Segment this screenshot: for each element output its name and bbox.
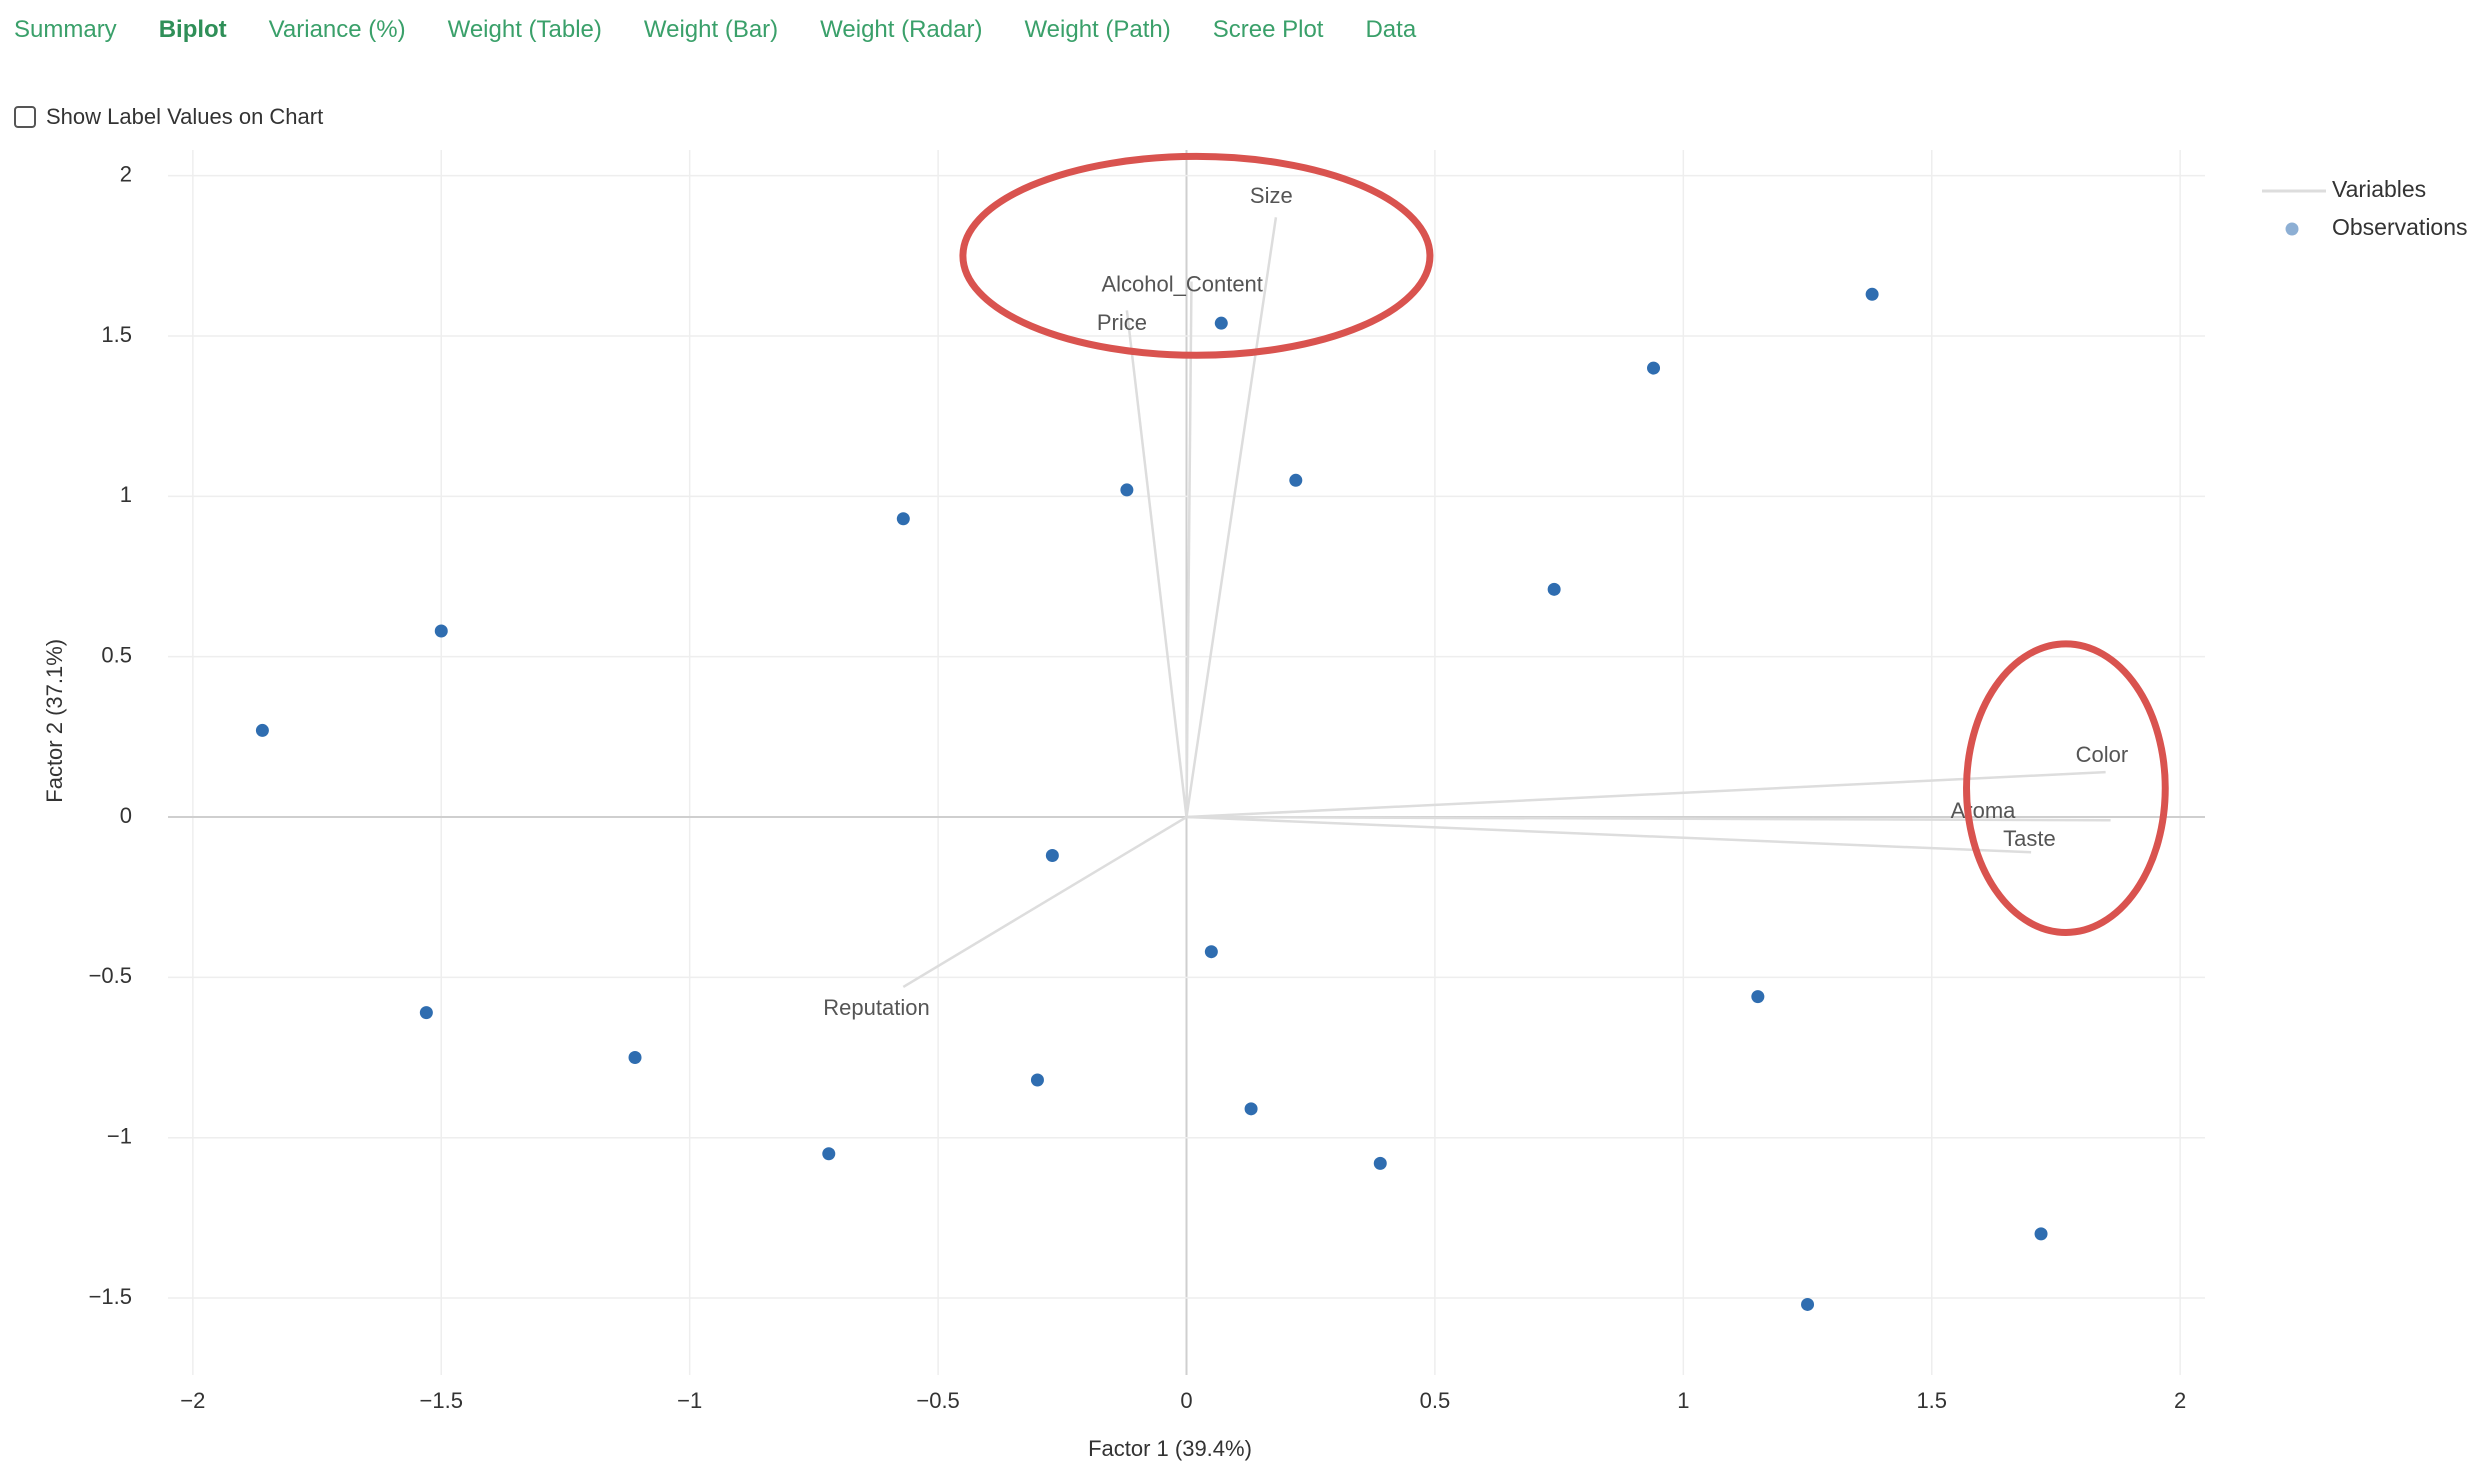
x-tick-label: 1 bbox=[1677, 1388, 1689, 1413]
legend-observations-swatch bbox=[2285, 222, 2299, 236]
x-tick-label: −1 bbox=[677, 1388, 702, 1413]
x-tick-label: −2 bbox=[180, 1388, 205, 1413]
variable-label-alcohol-content: Alcohol_Content bbox=[1101, 271, 1262, 296]
observation-point[interactable] bbox=[822, 1147, 836, 1161]
observation-point[interactable] bbox=[1214, 316, 1228, 330]
variable-vector-price bbox=[1125, 310, 1188, 818]
observation-point[interactable] bbox=[434, 624, 448, 638]
observation-point[interactable] bbox=[1373, 1156, 1387, 1170]
x-axis-title: Factor 1 (39.4%) bbox=[1088, 1436, 1252, 1461]
observation-point[interactable] bbox=[628, 1051, 642, 1065]
variable-label-color: Color bbox=[2076, 742, 2129, 767]
variable-label-price: Price bbox=[1097, 310, 1147, 335]
legend-item-variables: Variables bbox=[2332, 176, 2426, 202]
observation-point[interactable] bbox=[1120, 483, 1134, 497]
variable-label-taste: Taste bbox=[2003, 826, 2056, 851]
observation-point[interactable] bbox=[1647, 361, 1661, 375]
y-tick-label: 0 bbox=[120, 803, 132, 828]
variable-label-aroma: Aroma bbox=[1951, 798, 2017, 823]
y-tick-label: −0.5 bbox=[89, 963, 132, 988]
variable-vector-taste bbox=[1186, 815, 2032, 854]
y-tick-label: 0.5 bbox=[101, 642, 132, 667]
observation-point[interactable] bbox=[255, 723, 269, 737]
y-tick-label: 1 bbox=[120, 482, 132, 507]
observation-point[interactable] bbox=[419, 1006, 433, 1020]
x-tick-label: −0.5 bbox=[916, 1388, 959, 1413]
y-tick-label: −1 bbox=[107, 1124, 132, 1149]
observation-point[interactable] bbox=[2034, 1227, 2048, 1241]
observation-point[interactable] bbox=[1030, 1073, 1044, 1087]
observation-point[interactable] bbox=[1751, 990, 1765, 1004]
variable-vector-reputation bbox=[902, 815, 1188, 989]
highlight-ellipse-2 bbox=[1963, 640, 2169, 936]
variable-vector-size bbox=[1185, 217, 1278, 818]
x-tick-label: 1.5 bbox=[1916, 1388, 1947, 1413]
observation-point[interactable] bbox=[1045, 848, 1059, 862]
observation-point[interactable] bbox=[1204, 945, 1218, 959]
x-tick-label: 0.5 bbox=[1420, 1388, 1451, 1413]
variable-label-reputation: Reputation bbox=[823, 995, 929, 1020]
x-tick-label: 0 bbox=[1180, 1388, 1192, 1413]
observation-point[interactable] bbox=[1289, 473, 1303, 487]
y-tick-label: 1.5 bbox=[101, 322, 132, 347]
variable-label-size: Size bbox=[1250, 183, 1293, 208]
observation-point[interactable] bbox=[1244, 1102, 1258, 1116]
x-tick-label: −1.5 bbox=[420, 1388, 463, 1413]
biplot-chart: −2 −1.5 −1 −0.5 0 0.5 1 1.5 2 −1.5 −1 −0.5 0 0.5 1 1.5 2… bbox=[42, 150, 2468, 1461]
observation-point[interactable] bbox=[1801, 1297, 1815, 1311]
highlight-ellipse-1 bbox=[959, 152, 1434, 359]
x-tick-label: 2 bbox=[2174, 1388, 2186, 1413]
y-tick-label: −1.5 bbox=[89, 1284, 132, 1309]
observation-point[interactable] bbox=[1547, 582, 1561, 596]
observation-point[interactable] bbox=[1865, 287, 1879, 301]
y-tick-label: 2 bbox=[120, 161, 132, 186]
legend-item-observations: Observations bbox=[2332, 214, 2468, 240]
observation-point[interactable] bbox=[896, 512, 910, 526]
y-axis-title: Factor 2 (37.1%) bbox=[42, 639, 67, 803]
